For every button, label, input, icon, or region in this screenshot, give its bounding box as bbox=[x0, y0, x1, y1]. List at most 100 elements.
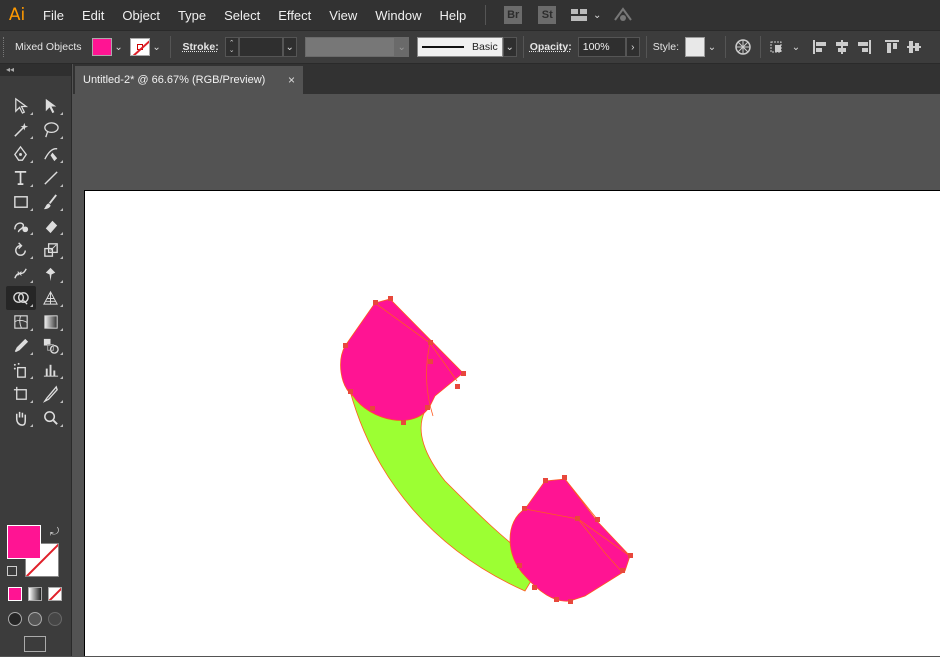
stroke-label[interactable]: Stroke: bbox=[183, 41, 219, 53]
close-icon[interactable]: × bbox=[288, 73, 295, 87]
default-fill-stroke-icon[interactable] bbox=[7, 566, 17, 576]
collapse-panel-icon[interactable]: ◂◂ bbox=[0, 64, 71, 76]
stroke-weight-field[interactable] bbox=[238, 37, 283, 57]
app-logo: Ai bbox=[8, 5, 26, 25]
opacity-dropdown-icon[interactable]: › bbox=[625, 37, 640, 57]
separator bbox=[760, 36, 761, 58]
zoom-tool-icon[interactable] bbox=[36, 406, 66, 430]
eyedropper-tool-icon[interactable] bbox=[6, 334, 36, 358]
brush-definition[interactable]: Basic bbox=[416, 37, 503, 57]
artboard[interactable] bbox=[84, 190, 940, 656]
blend-tool-icon[interactable] bbox=[36, 334, 66, 358]
width-tool-icon[interactable] bbox=[6, 262, 36, 286]
document-tab[interactable]: Untitled-2* @ 66.67% (RGB/Preview) × bbox=[75, 66, 303, 94]
direct-selection-tool-icon[interactable] bbox=[36, 94, 66, 118]
column-graph-tool-icon[interactable] bbox=[36, 358, 66, 382]
panel-grip[interactable] bbox=[3, 37, 11, 57]
opacity-label[interactable]: Opacity: bbox=[530, 41, 572, 53]
fill-color-box[interactable] bbox=[7, 525, 41, 559]
draw-normal-icon[interactable] bbox=[8, 612, 22, 626]
perspective-grid-tool-icon[interactable] bbox=[36, 286, 66, 310]
menu-object[interactable]: Object bbox=[113, 8, 169, 23]
tools-panel: ◂◂ ⤾ bbox=[0, 64, 72, 656]
draw-inside-icon[interactable] bbox=[48, 612, 62, 626]
none-mode-button[interactable] bbox=[48, 587, 62, 601]
rectangle-tool-icon[interactable] bbox=[6, 190, 36, 214]
align-right-icon[interactable] bbox=[853, 36, 875, 58]
separator bbox=[522, 36, 524, 58]
align-to-icon[interactable] bbox=[767, 36, 789, 58]
rotate-tool-icon[interactable] bbox=[6, 238, 36, 262]
magic-wand-icon[interactable] bbox=[6, 118, 36, 142]
recolor-artwork-icon[interactable] bbox=[732, 36, 754, 58]
curvature-tool-icon[interactable] bbox=[36, 142, 66, 166]
fill-swatch[interactable] bbox=[91, 38, 112, 56]
align-left-icon[interactable] bbox=[809, 36, 831, 58]
align-vertical-center-icon[interactable] bbox=[903, 36, 925, 58]
color-mode-button[interactable] bbox=[8, 587, 22, 601]
phone-handset-artwork[interactable] bbox=[85, 191, 940, 657]
type-tool-icon[interactable] bbox=[6, 166, 36, 190]
align-to-dropdown-icon[interactable]: ⌄ bbox=[789, 38, 803, 56]
brush-dropdown-icon[interactable]: ⌄ bbox=[502, 37, 517, 57]
mesh-tool-icon[interactable] bbox=[6, 310, 36, 334]
slice-tool-icon[interactable] bbox=[36, 382, 66, 406]
menu-type[interactable]: Type bbox=[169, 8, 215, 23]
scale-tool-icon[interactable] bbox=[36, 238, 66, 262]
gradient-tool-icon[interactable] bbox=[36, 310, 66, 334]
fill-dropdown-icon[interactable]: ⌄ bbox=[112, 38, 126, 56]
document-tab-title: Untitled-2* @ 66.67% (RGB/Preview) bbox=[83, 74, 266, 86]
symbol-sprayer-tool-icon[interactable] bbox=[6, 358, 36, 382]
bridge-button[interactable]: Br bbox=[504, 6, 523, 24]
align-top-icon[interactable] bbox=[881, 36, 903, 58]
menu-bar: Ai File Edit Object Type Select Effect V… bbox=[0, 0, 940, 30]
tool-grid bbox=[6, 94, 66, 430]
stroke-swatch[interactable] bbox=[129, 38, 150, 56]
swap-fill-stroke-icon[interactable]: ⤾ bbox=[50, 525, 59, 539]
stroke-dropdown-icon[interactable]: ⌄ bbox=[150, 38, 164, 56]
tool-row bbox=[6, 406, 66, 430]
menu-view[interactable]: View bbox=[320, 8, 366, 23]
hand-tool-icon[interactable] bbox=[6, 406, 36, 430]
tool-row bbox=[6, 382, 66, 406]
puppet-warp-tool-icon[interactable] bbox=[36, 262, 66, 286]
opacity-field[interactable]: 100% bbox=[577, 37, 626, 57]
gradient-mode-button[interactable] bbox=[28, 587, 42, 601]
stroke-weight-stepper[interactable]: ⌃ ⌄ bbox=[224, 37, 239, 57]
draw-mode-row bbox=[8, 612, 62, 626]
artboard-tool-icon[interactable] bbox=[6, 382, 36, 406]
menu-window[interactable]: Window bbox=[366, 8, 430, 23]
tool-row bbox=[6, 166, 66, 190]
eraser-tool-icon[interactable] bbox=[36, 214, 66, 238]
menu-select[interactable]: Select bbox=[215, 8, 269, 23]
menu-effect[interactable]: Effect bbox=[269, 8, 320, 23]
canvas-area[interactable] bbox=[73, 94, 940, 656]
stock-button[interactable]: St bbox=[538, 6, 557, 24]
variable-width-dropdown-icon[interactable]: ⌄ bbox=[394, 37, 409, 57]
gpu-performance-icon[interactable] bbox=[612, 4, 634, 26]
selection-tool-icon[interactable] bbox=[6, 94, 36, 118]
draw-behind-icon[interactable] bbox=[28, 612, 42, 626]
control-bar: Mixed Objects ⌄ ⌄ Stroke: ⌃ ⌄ ⌄ ⌄ Basic ⌄… bbox=[0, 30, 940, 64]
shaper-tool-icon[interactable] bbox=[6, 214, 36, 238]
variable-width-profile[interactable] bbox=[304, 37, 395, 57]
menu-file[interactable]: File bbox=[34, 8, 73, 23]
pen-tool-icon[interactable] bbox=[6, 142, 36, 166]
tool-row bbox=[6, 214, 66, 238]
shape-builder-tool-icon[interactable] bbox=[6, 286, 36, 310]
stroke-none-marker bbox=[136, 44, 143, 50]
style-label: Style: bbox=[652, 41, 679, 53]
screen-mode-icon[interactable] bbox=[24, 636, 46, 652]
paintbrush-tool-icon[interactable] bbox=[36, 190, 66, 214]
chevron-down-icon[interactable]: ⌄ bbox=[590, 6, 604, 24]
line-segment-tool-icon[interactable] bbox=[36, 166, 66, 190]
stroke-weight-dropdown-icon[interactable]: ⌄ bbox=[282, 37, 297, 57]
lasso-tool-icon[interactable] bbox=[36, 118, 66, 142]
tool-row bbox=[6, 286, 66, 310]
graphic-style-swatch[interactable] bbox=[685, 37, 705, 57]
style-dropdown-icon[interactable]: ⌄ bbox=[705, 38, 719, 56]
menu-edit[interactable]: Edit bbox=[73, 8, 113, 23]
align-horizontal-center-icon[interactable] bbox=[831, 36, 853, 58]
menu-help[interactable]: Help bbox=[430, 8, 475, 23]
workspace-arrange-icon[interactable] bbox=[568, 4, 590, 26]
